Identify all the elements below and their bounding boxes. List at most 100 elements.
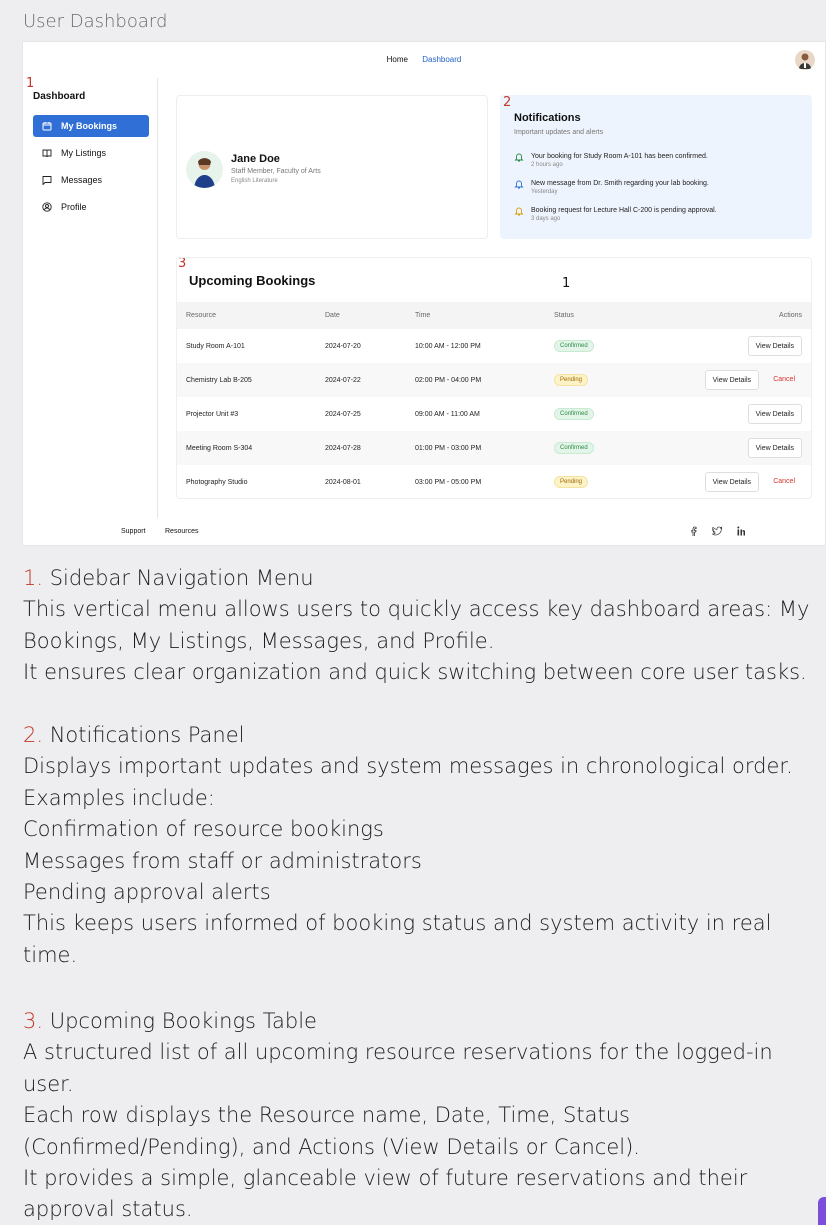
description-line: Confirmation of resource bookings bbox=[23, 817, 384, 842]
column-header: Actions bbox=[779, 312, 802, 319]
profile-card: Jane Doe Staff Member, Faculty of Arts E… bbox=[176, 95, 488, 239]
profile-avatar bbox=[186, 151, 223, 188]
description-line: This keeps users informed of booking sta… bbox=[23, 911, 772, 967]
date-cell: 2024-07-28 bbox=[325, 445, 361, 452]
resource-cell: Projector Unit #3 bbox=[186, 411, 239, 418]
description-line: It ensures clear organization and quick … bbox=[23, 660, 807, 685]
page-title: User Dashboard bbox=[23, 11, 168, 32]
notification-text: Booking request for Lecture Hall C-200 i… bbox=[531, 207, 717, 214]
description-line: This vertical menu allows users to quick… bbox=[23, 597, 810, 653]
user-avatar[interactable] bbox=[795, 50, 815, 70]
section-number: 1. bbox=[23, 566, 44, 590]
sidebar-item-label: My Listings bbox=[61, 148, 107, 158]
column-header: Resource bbox=[186, 312, 216, 319]
description-section-3: 3. Upcoming Bookings Table A structured … bbox=[23, 1006, 823, 1225]
date-cell: 2024-08-01 bbox=[325, 479, 361, 486]
sidebar-item-my-bookings[interactable]: My Bookings bbox=[33, 115, 149, 137]
description-line: Each row displays the Resource name, Dat… bbox=[23, 1103, 640, 1159]
table-row: Study Room A-101 2024-07-20 10:00 AM - 1… bbox=[177, 329, 811, 363]
bookings-title: Upcoming Bookings bbox=[189, 273, 316, 288]
notification-text: Your booking for Study Room A-101 has be… bbox=[531, 153, 708, 160]
status-badge: Confirmed bbox=[554, 442, 594, 454]
cancel-button[interactable]: Cancel bbox=[773, 376, 795, 383]
description-section-1: 1. Sidebar Navigation Menu This vertical… bbox=[23, 563, 823, 689]
section-number: 2. bbox=[23, 723, 44, 747]
calendar-icon bbox=[42, 122, 52, 131]
notifications-subtitle: Important updates and alerts bbox=[514, 129, 604, 136]
notification-text: New message from Dr. Smith regarding you… bbox=[531, 180, 709, 187]
column-header: Date bbox=[325, 312, 340, 319]
user-circle-icon bbox=[42, 202, 52, 212]
status-badge: Pending bbox=[554, 476, 589, 488]
time-cell: 03:00 PM - 05:00 PM bbox=[415, 479, 482, 486]
date-cell: 2024-07-22 bbox=[325, 377, 361, 384]
view-details-button[interactable]: View Details bbox=[747, 336, 802, 356]
top-nav: Home Dashboard bbox=[23, 55, 825, 64]
resource-cell: Photography Studio bbox=[186, 479, 248, 486]
section-number: 3. bbox=[23, 1009, 44, 1033]
time-cell: 01:00 PM - 03:00 PM bbox=[415, 445, 482, 452]
bell-icon bbox=[514, 180, 524, 189]
table-row: Chemistry Lab B-205 2024-07-22 02:00 PM … bbox=[177, 363, 811, 397]
sidebar-title: Dashboard bbox=[33, 91, 86, 102]
table-header: Resource Date Time Status Actions bbox=[177, 302, 811, 329]
notification-time: Yesterday bbox=[531, 189, 558, 195]
sidebar-item-profile[interactable]: Profile bbox=[33, 196, 149, 218]
time-cell: 09:00 AM - 11:00 AM bbox=[415, 411, 480, 418]
resource-cell: Meeting Room S-304 bbox=[186, 445, 253, 452]
status-badge: Confirmed bbox=[554, 340, 594, 352]
profile-name: Jane Doe bbox=[231, 153, 280, 165]
description-line: It provides a simple, glanceable view of… bbox=[23, 1166, 748, 1222]
view-details-button[interactable]: View Details bbox=[747, 404, 802, 424]
description-section-2: 2. Notifications Panel Displays importan… bbox=[23, 720, 823, 971]
column-header: Status bbox=[554, 312, 574, 319]
sidebar-item-messages[interactable]: Messages bbox=[33, 169, 149, 191]
description-line: Examples include: bbox=[23, 785, 215, 810]
sidebar-item-my-listings[interactable]: My Listings bbox=[33, 142, 149, 164]
profile-department: English Literature bbox=[231, 178, 278, 184]
linkedin-icon[interactable] bbox=[737, 526, 748, 538]
bell-icon bbox=[514, 207, 524, 216]
table-row: Photography Studio 2024-08-01 03:00 PM -… bbox=[177, 465, 811, 499]
view-details-button[interactable]: View Details bbox=[747, 438, 802, 458]
time-cell: 02:00 PM - 04:00 PM bbox=[415, 377, 482, 384]
section-title: Notifications Panel bbox=[43, 723, 245, 747]
section-title: Upcoming Bookings Table bbox=[43, 1009, 317, 1033]
cancel-button[interactable]: Cancel bbox=[773, 478, 795, 485]
section-title: Sidebar Navigation Menu bbox=[43, 566, 314, 590]
status-badge: Pending bbox=[554, 374, 589, 386]
sidebar-item-label: Profile bbox=[61, 202, 87, 212]
table-row: Projector Unit #3 2024-07-25 09:00 AM - … bbox=[177, 397, 811, 431]
description-line: Messages from staff or administrators bbox=[23, 848, 422, 873]
view-details-button[interactable]: View Details bbox=[704, 472, 759, 492]
annotation-marker-1: 1 bbox=[26, 76, 35, 91]
nav-dashboard-link[interactable]: Dashboard bbox=[422, 55, 461, 64]
resource-cell: Study Room A-101 bbox=[186, 343, 245, 350]
description-line: A structured list of all upcoming resour… bbox=[23, 1040, 773, 1096]
notifications-title: Notifications bbox=[514, 112, 581, 124]
profile-role: Staff Member, Faculty of Arts bbox=[231, 168, 321, 175]
table-row: Meeting Room S-304 2024-07-28 01:00 PM -… bbox=[177, 431, 811, 465]
footer-support-link[interactable]: Support bbox=[121, 528, 146, 535]
notifications-panel: 2 Notifications Important updates and al… bbox=[500, 95, 812, 239]
notification-time: 2 hours ago bbox=[531, 162, 563, 168]
footer-resources-link[interactable]: Resources bbox=[165, 528, 198, 535]
notification-time: 3 days ago bbox=[531, 216, 561, 222]
twitter-icon[interactable] bbox=[712, 526, 723, 538]
bookings-count: 1 bbox=[562, 276, 571, 291]
description-line: Displays important updates and system me… bbox=[23, 754, 793, 779]
sidebar: 1 Dashboard My Bookings My Listings Mess… bbox=[23, 76, 158, 518]
column-header: Time bbox=[415, 312, 431, 319]
book-icon bbox=[42, 149, 52, 158]
sidebar-item-label: Messages bbox=[61, 175, 103, 185]
facebook-icon[interactable] bbox=[689, 526, 698, 538]
view-details-button[interactable]: View Details bbox=[704, 370, 759, 390]
resource-cell: Chemistry Lab B-205 bbox=[186, 377, 252, 384]
annotation-marker-2: 2 bbox=[503, 95, 512, 110]
date-cell: 2024-07-20 bbox=[325, 343, 361, 350]
floating-action-tab[interactable] bbox=[818, 1197, 826, 1225]
bell-icon bbox=[514, 153, 524, 162]
nav-home-link[interactable]: Home bbox=[387, 55, 408, 64]
upcoming-bookings-table: Upcoming Bookings 1 Resource Date Time S… bbox=[176, 257, 812, 499]
sidebar-item-label: My Bookings bbox=[61, 121, 118, 131]
